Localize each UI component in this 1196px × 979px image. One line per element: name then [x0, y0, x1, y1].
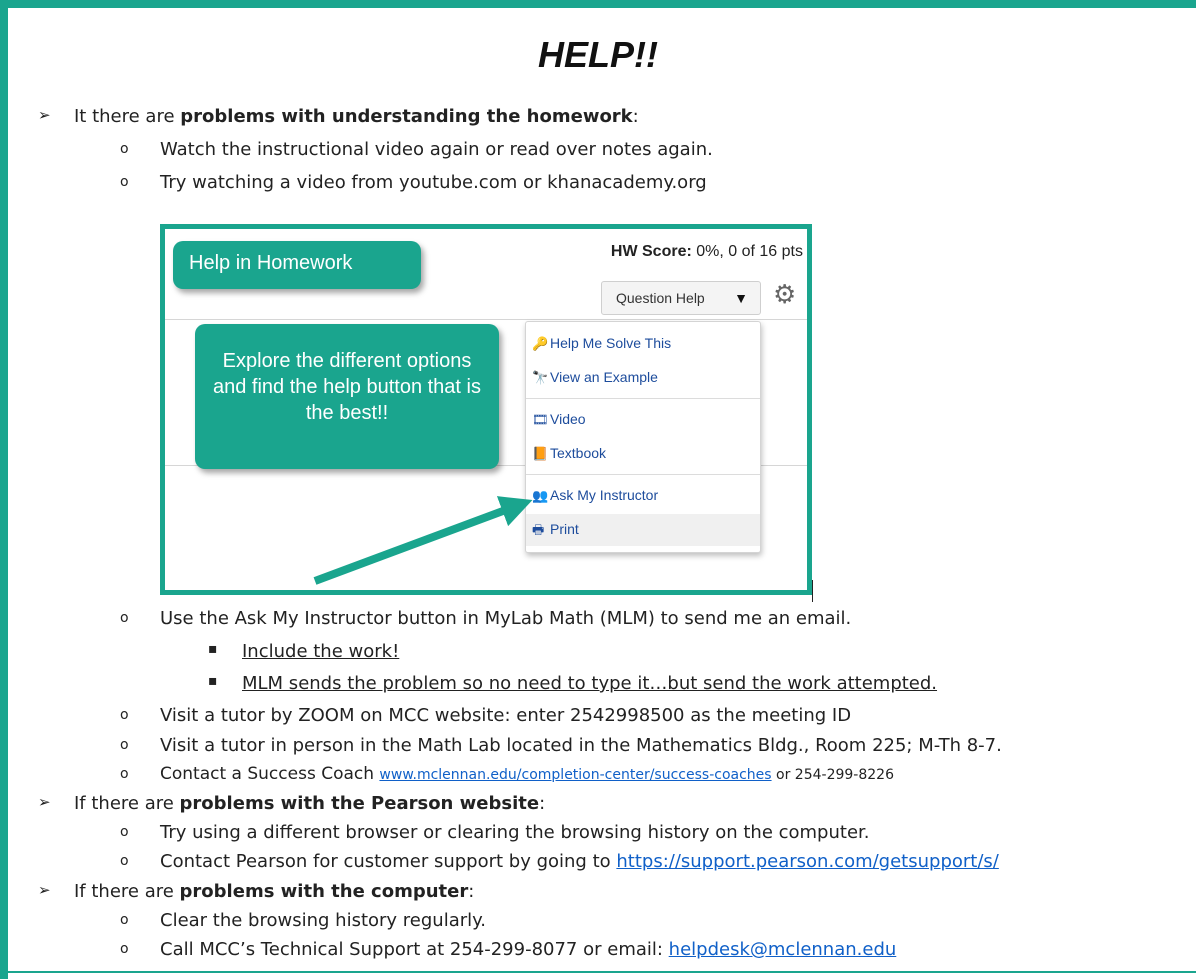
homework-help-screenshot: HW Score: 0%, 0 of 16 pts Help in Homewo… — [160, 224, 812, 595]
circle-bullet-icon: o — [120, 174, 129, 190]
success-coaches-link[interactable]: www.mclennan.edu/completion-center/succe… — [379, 767, 771, 783]
list-item-text: Watch the instructional video again or r… — [160, 139, 713, 160]
text-cursor — [812, 580, 813, 602]
pointer-arrow — [313, 496, 533, 585]
arrow-bullet-icon: ➢ — [38, 793, 51, 811]
section-homework-heading: ➢ It there are problems with understandi… — [38, 106, 639, 127]
list-item-text: Call MCC’s Technical Support at 254-299-… — [160, 939, 669, 960]
circle-bullet-icon: o — [120, 941, 129, 957]
list-item-text: Visit a tutor in person in the Math Lab … — [160, 735, 1002, 756]
pearson-support-link[interactable]: https://support.pearson.com/getsupport/s… — [616, 851, 998, 872]
heading-bold: problems with the computer — [179, 881, 469, 902]
circle-bullet-icon: o — [120, 853, 129, 869]
sub-list-item-text: MLM sends the problem so no need to type… — [242, 673, 938, 694]
circle-bullet-icon: o — [120, 912, 129, 928]
list-item: o Try watching a video from youtube.com … — [120, 172, 707, 193]
list-item: o Contact Pearson for customer support b… — [120, 851, 999, 872]
heading-prefix: If there are — [74, 793, 180, 814]
square-bullet-icon: ▪ — [208, 673, 218, 689]
square-bullet-icon: ▪ — [208, 641, 218, 657]
list-item-text: Contact a Success Coach — [160, 764, 380, 784]
heading-bold: problems with understanding the homework — [180, 106, 633, 127]
heading-suffix: : — [539, 793, 546, 814]
sub-list-item-text: Include the work! — [242, 641, 400, 662]
heading-suffix: : — [632, 106, 639, 127]
list-item: o Visit a tutor by ZOOM on MCC website: … — [120, 705, 852, 726]
list-item: o Call MCC’s Technical Support at 254-29… — [120, 939, 897, 960]
circle-bullet-icon: o — [120, 766, 129, 782]
page-title: HELP!! — [538, 34, 658, 75]
phone-number: or 254-299-8226 — [771, 767, 894, 783]
heading-prefix: If there are — [74, 881, 180, 902]
heading-suffix: : — [468, 881, 475, 902]
list-item-text: Use the Ask My Instructor button in MyLa… — [160, 608, 852, 629]
section-pearson-heading: ➢ If there are problems with the Pearson… — [38, 793, 546, 814]
list-item-text: Contact Pearson for customer support by … — [160, 851, 617, 872]
arrow-bullet-icon: ➢ — [38, 881, 51, 899]
list-item: o Clear the browsing history regularly. — [120, 910, 486, 931]
list-item: o Contact a Success Coach www.mclennan.e… — [120, 764, 894, 784]
list-item-text: Clear the browsing history regularly. — [160, 910, 486, 931]
circle-bullet-icon: o — [120, 737, 129, 753]
list-item: o Visit a tutor in person in the Math La… — [120, 735, 1002, 756]
arrow-line — [313, 496, 533, 585]
section-computer-heading: ➢ If there are problems with the compute… — [38, 881, 475, 902]
circle-bullet-icon: o — [120, 707, 129, 723]
sub-list-item: ▪ MLM sends the problem so no need to ty… — [208, 673, 938, 694]
circle-bullet-icon: o — [120, 141, 129, 157]
circle-bullet-icon: o — [120, 824, 129, 840]
sub-list-item: ▪ Include the work! — [208, 641, 400, 662]
heading-bold: problems with the Pearson website — [179, 793, 540, 814]
list-item-text: Try using a different browser or clearin… — [160, 822, 870, 843]
list-item-text: Visit a tutor by ZOOM on MCC website: en… — [160, 705, 852, 726]
list-item: o Use the Ask My Instructor button in My… — [120, 608, 852, 629]
list-item: o Try using a different browser or clear… — [120, 822, 870, 843]
arrow-bullet-icon: ➢ — [38, 106, 51, 124]
bottom-border — [8, 971, 1196, 973]
helpdesk-email-link[interactable]: helpdesk@mclennan.edu — [669, 939, 897, 960]
list-item-text: Try watching a video from youtube.com or… — [160, 172, 707, 193]
circle-bullet-icon: o — [120, 610, 129, 626]
heading-prefix: It there are — [74, 106, 181, 127]
list-item: o Watch the instructional video again or… — [120, 139, 713, 160]
